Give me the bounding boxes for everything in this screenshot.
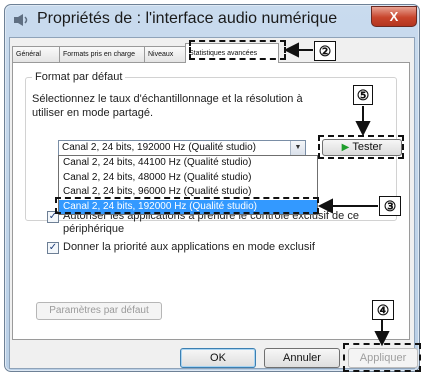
speaker-icon bbox=[14, 14, 28, 26]
callout-3: ③ bbox=[379, 196, 401, 216]
tab-general[interactable]: Général bbox=[12, 46, 60, 62]
checkmark-icon: ✓ bbox=[48, 211, 58, 222]
close-button[interactable]: X bbox=[371, 6, 417, 27]
test-button[interactable]: ▶ Tester bbox=[322, 139, 402, 156]
ok-button[interactable]: OK bbox=[180, 348, 256, 368]
checkmark-icon: ✓ bbox=[48, 242, 58, 253]
cancel-button[interactable]: Annuler bbox=[264, 348, 340, 368]
tab-supported-formats[interactable]: Formats pris en charge bbox=[59, 46, 145, 62]
sample-rate-dropdown: Canal 2, 24 bits, 44100 Hz (Qualité stud… bbox=[58, 155, 318, 215]
dropdown-option[interactable]: Canal 2, 24 bits, 44100 Hz (Qualité stud… bbox=[59, 156, 317, 171]
sample-rate-select[interactable]: Canal 2, 24 bits, 192000 Hz (Qualité stu… bbox=[58, 140, 306, 156]
play-icon: ▶ bbox=[341, 142, 350, 153]
dropdown-option-selected[interactable]: Canal 2, 24 bits, 192000 Hz (Qualité stu… bbox=[59, 199, 317, 214]
priority-exclusive-label: Donner la priorité aux applications en m… bbox=[63, 241, 315, 253]
default-format-description: Sélectionnez le taux d'échantillonnage e… bbox=[32, 93, 303, 119]
window-title: Propriétés de : l'interface audio numéri… bbox=[37, 10, 338, 27]
restore-defaults-button[interactable]: Paramètres par défaut bbox=[36, 302, 162, 320]
callout-4: ④ bbox=[372, 300, 394, 320]
sample-rate-value: Canal 2, 24 bits, 192000 Hz (Qualité stu… bbox=[62, 142, 256, 153]
priority-exclusive-checkbox[interactable]: ✓ bbox=[47, 242, 59, 254]
chevron-down-icon[interactable]: ▼ bbox=[290, 141, 305, 155]
test-button-label: Tester bbox=[352, 141, 383, 153]
title-bar[interactable]: Propriétés de : l'interface audio numéri… bbox=[5, 5, 419, 35]
tab-advanced-statistics[interactable]: Statistiques avancées bbox=[185, 43, 279, 63]
callout-5: ⑤ bbox=[353, 85, 373, 105]
apply-button[interactable]: Appliquer bbox=[348, 348, 418, 368]
tab-levels[interactable]: Niveaux bbox=[144, 46, 186, 62]
dropdown-option[interactable]: Canal 2, 24 bits, 48000 Hz (Qualité stud… bbox=[59, 171, 317, 186]
callout-2: ② bbox=[314, 41, 336, 61]
dropdown-option[interactable]: Canal 2, 24 bits, 96000 Hz (Qualité stud… bbox=[59, 185, 317, 200]
default-format-legend: Format par défaut bbox=[32, 71, 126, 83]
